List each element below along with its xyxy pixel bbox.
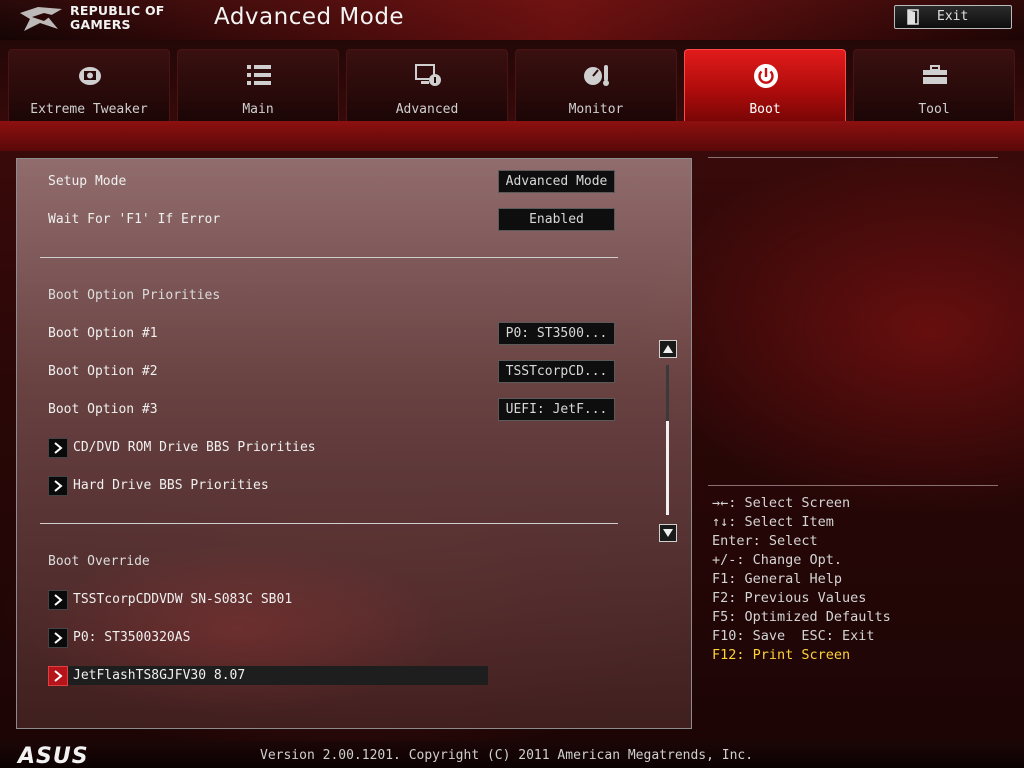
- override-arrow-hdd[interactable]: [48, 628, 68, 648]
- chevron-right-icon: [54, 442, 63, 454]
- tab-tool[interactable]: Tool: [853, 49, 1015, 121]
- submenu-hard-drive-bbs[interactable]: Hard Drive BBS Priorities: [73, 478, 269, 493]
- main-tab-bar: Extreme Tweaker Main Advanced Monitor Bo…: [0, 49, 1024, 123]
- rog-brand-text: REPUBLIC OF GAMERS: [70, 4, 165, 32]
- chevron-right-icon: [54, 480, 63, 492]
- help-line: F10: Save ESC: Exit: [712, 628, 875, 644]
- submenu-cd-dvd-bbs[interactable]: CD/DVD ROM Drive BBS Priorities: [73, 440, 316, 455]
- help-line: F2: Previous Values: [712, 590, 867, 606]
- tab-underline-strip: [0, 121, 1024, 151]
- monitor-gauge-icon: [584, 65, 609, 86]
- override-arrow-jetflash[interactable]: [48, 666, 68, 686]
- key-help-list: →←: Select Screen ↑↓: Select Item Enter:…: [712, 494, 891, 665]
- override-item-jetflash[interactable]: JetFlashTS8GJFV30 8.07: [73, 668, 245, 683]
- scrollbar-thumb[interactable]: [666, 421, 669, 515]
- list-icon: [247, 65, 271, 85]
- override-item-cd-dvd[interactable]: TSSTcorpCDDVDW SN-S083C SB01: [73, 592, 292, 607]
- brand-line-1: REPUBLIC OF: [70, 3, 165, 18]
- setup-mode-value[interactable]: Advanced Mode: [498, 170, 615, 193]
- tab-boot[interactable]: Boot: [684, 49, 846, 121]
- rog-eye-logo-icon: [20, 7, 62, 31]
- override-item-hdd[interactable]: P0: ST3500320AS: [73, 630, 190, 645]
- version-text: Version 2.00.1201. Copyright (C) 2011 Am…: [260, 748, 754, 763]
- wait-f1-value[interactable]: Enabled: [498, 208, 615, 231]
- submenu-arrow-cd-dvd[interactable]: [48, 438, 68, 458]
- brand-line-2: GAMERS: [70, 17, 131, 32]
- boot-priorities-heading: Boot Option Priorities: [48, 288, 221, 303]
- tab-advanced[interactable]: Advanced: [346, 49, 508, 121]
- boot-option-3-value[interactable]: UEFI: JetF...: [498, 398, 615, 421]
- section-divider: [40, 257, 618, 258]
- exit-door-icon: [907, 9, 919, 25]
- tab-main[interactable]: Main: [177, 49, 339, 121]
- asus-logo: ASUS: [18, 744, 89, 768]
- help-top-divider: [708, 157, 998, 158]
- tab-label: Advanced: [395, 102, 459, 117]
- tab-label: Main: [242, 102, 274, 117]
- toolbox-icon: [923, 65, 947, 84]
- chevron-right-icon: [54, 670, 63, 682]
- help-line: Enter: Select: [712, 533, 818, 549]
- boot-option-1-value[interactable]: P0: ST3500...: [498, 322, 615, 345]
- tab-label: Monitor: [568, 102, 624, 117]
- submenu-arrow-hard-drive[interactable]: [48, 476, 68, 496]
- tab-extreme-tweaker[interactable]: Extreme Tweaker: [8, 49, 170, 121]
- help-line: ↑↓: Select Item: [712, 514, 834, 530]
- scroll-up-button[interactable]: [659, 340, 677, 358]
- boot-option-3-label: Boot Option #3: [48, 402, 158, 417]
- help-line: →←: Select Screen: [712, 495, 851, 511]
- advanced-icon: [415, 64, 441, 86]
- wait-f1-label: Wait For 'F1' If Error: [48, 212, 221, 227]
- setup-mode-label: Setup Mode: [48, 174, 127, 189]
- mode-title: Advanced Mode: [214, 4, 405, 30]
- override-arrow-cd-dvd[interactable]: [48, 590, 68, 610]
- exit-button[interactable]: Exit: [894, 5, 1012, 29]
- chevron-right-icon: [54, 594, 63, 606]
- exit-label: Exit: [937, 9, 969, 24]
- chevron-right-icon: [54, 632, 63, 644]
- section-divider: [40, 523, 618, 524]
- help-mid-divider: [708, 485, 998, 486]
- boot-override-heading: Boot Override: [48, 554, 150, 569]
- triangle-down-icon: [663, 529, 673, 537]
- boot-option-2-label: Boot Option #2: [48, 364, 158, 379]
- help-line-print-screen: F12: Print Screen: [712, 647, 851, 663]
- boot-settings-panel: Setup Mode Advanced Mode Wait For 'F1' I…: [16, 158, 692, 729]
- tab-monitor[interactable]: Monitor: [515, 49, 677, 121]
- boot-option-1-label: Boot Option #1: [48, 326, 158, 341]
- help-line: F1: General Help: [712, 571, 843, 587]
- boot-option-2-value[interactable]: TSSTcorpCD...: [498, 360, 615, 383]
- help-line: +/-: Change Opt.: [712, 552, 843, 568]
- help-line: F5: Optimized Defaults: [712, 609, 891, 625]
- triangle-up-icon: [663, 345, 673, 353]
- scroll-down-button[interactable]: [659, 524, 677, 542]
- power-icon: [754, 64, 778, 88]
- tab-label: Extreme Tweaker: [30, 102, 148, 117]
- tab-label: Boot: [749, 102, 781, 117]
- tweaker-icon: [79, 67, 101, 85]
- tab-label: Tool: [918, 102, 950, 117]
